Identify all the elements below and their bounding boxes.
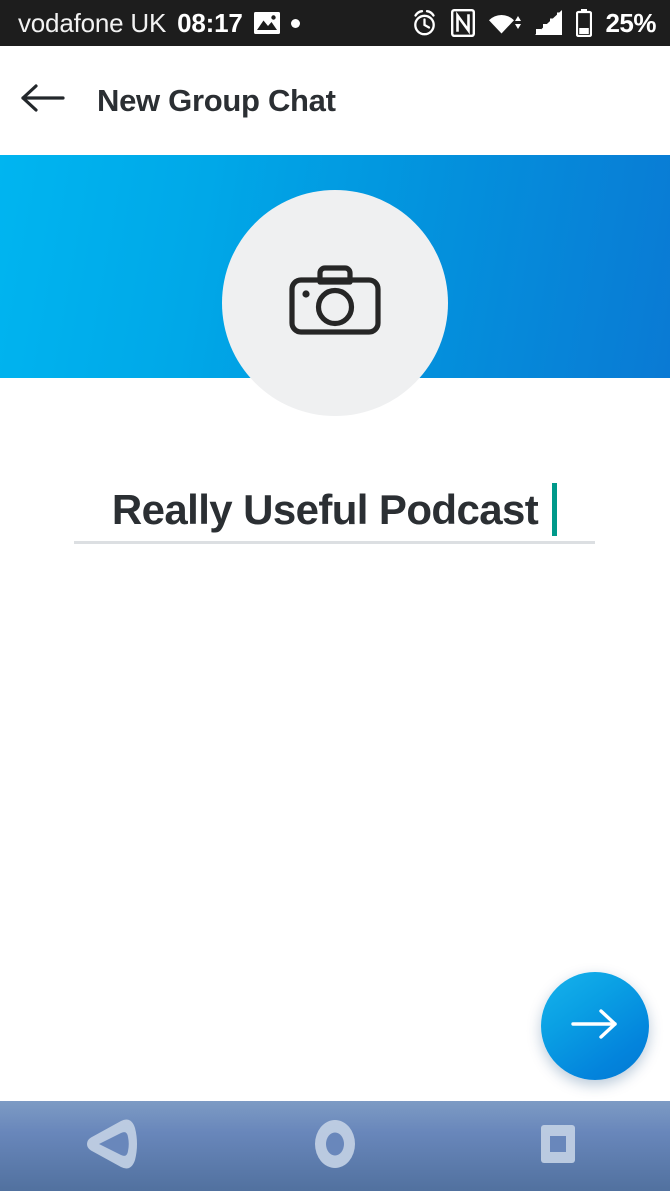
phone-screen: vodafone UK 08:17 25% New Group Chat Rea… <box>0 0 670 1191</box>
photo-icon <box>253 12 280 34</box>
battery-percent-label: 25% <box>605 7 656 38</box>
app-bar: New Group Chat <box>0 46 670 155</box>
nav-recents-button[interactable] <box>447 1101 670 1191</box>
status-bar: vodafone UK 08:17 25% <box>0 0 670 46</box>
dot-icon <box>290 18 300 28</box>
nav-home-circle-icon <box>304 1113 366 1180</box>
alarm-clock-icon <box>411 9 438 37</box>
cellular-signal-icon <box>535 10 563 36</box>
arrow-left-icon <box>20 83 66 118</box>
battery-icon <box>576 9 593 37</box>
nav-recents-square-icon <box>529 1115 587 1178</box>
status-bar-left: vodafone UK 08:17 <box>18 8 300 39</box>
page-title: New Group Chat <box>97 82 336 118</box>
text-cursor <box>552 483 558 536</box>
next-fab-button[interactable] <box>541 972 649 1080</box>
nav-back-triangle-icon <box>77 1116 147 1177</box>
carrier-label: vodafone UK <box>18 7 167 38</box>
back-button[interactable] <box>14 72 72 130</box>
wifi-icon <box>488 10 522 36</box>
system-navigation-bar <box>0 1101 670 1191</box>
nav-back-button[interactable] <box>0 1101 223 1191</box>
group-name-value: Really Useful Podcast <box>111 485 539 533</box>
nfc-icon <box>451 9 476 37</box>
status-bar-clock: 08:17 <box>177 7 243 38</box>
group-name-row[interactable]: Really Useful Podcast <box>74 478 595 541</box>
input-underline <box>74 541 595 544</box>
group-avatar-picker[interactable] <box>222 190 448 416</box>
nav-home-button[interactable] <box>223 1101 446 1191</box>
group-name-field[interactable]: Really Useful Podcast <box>74 478 595 544</box>
status-bar-right: 25% <box>411 8 656 39</box>
arrow-right-icon <box>567 1006 623 1047</box>
camera-icon <box>289 261 381 346</box>
